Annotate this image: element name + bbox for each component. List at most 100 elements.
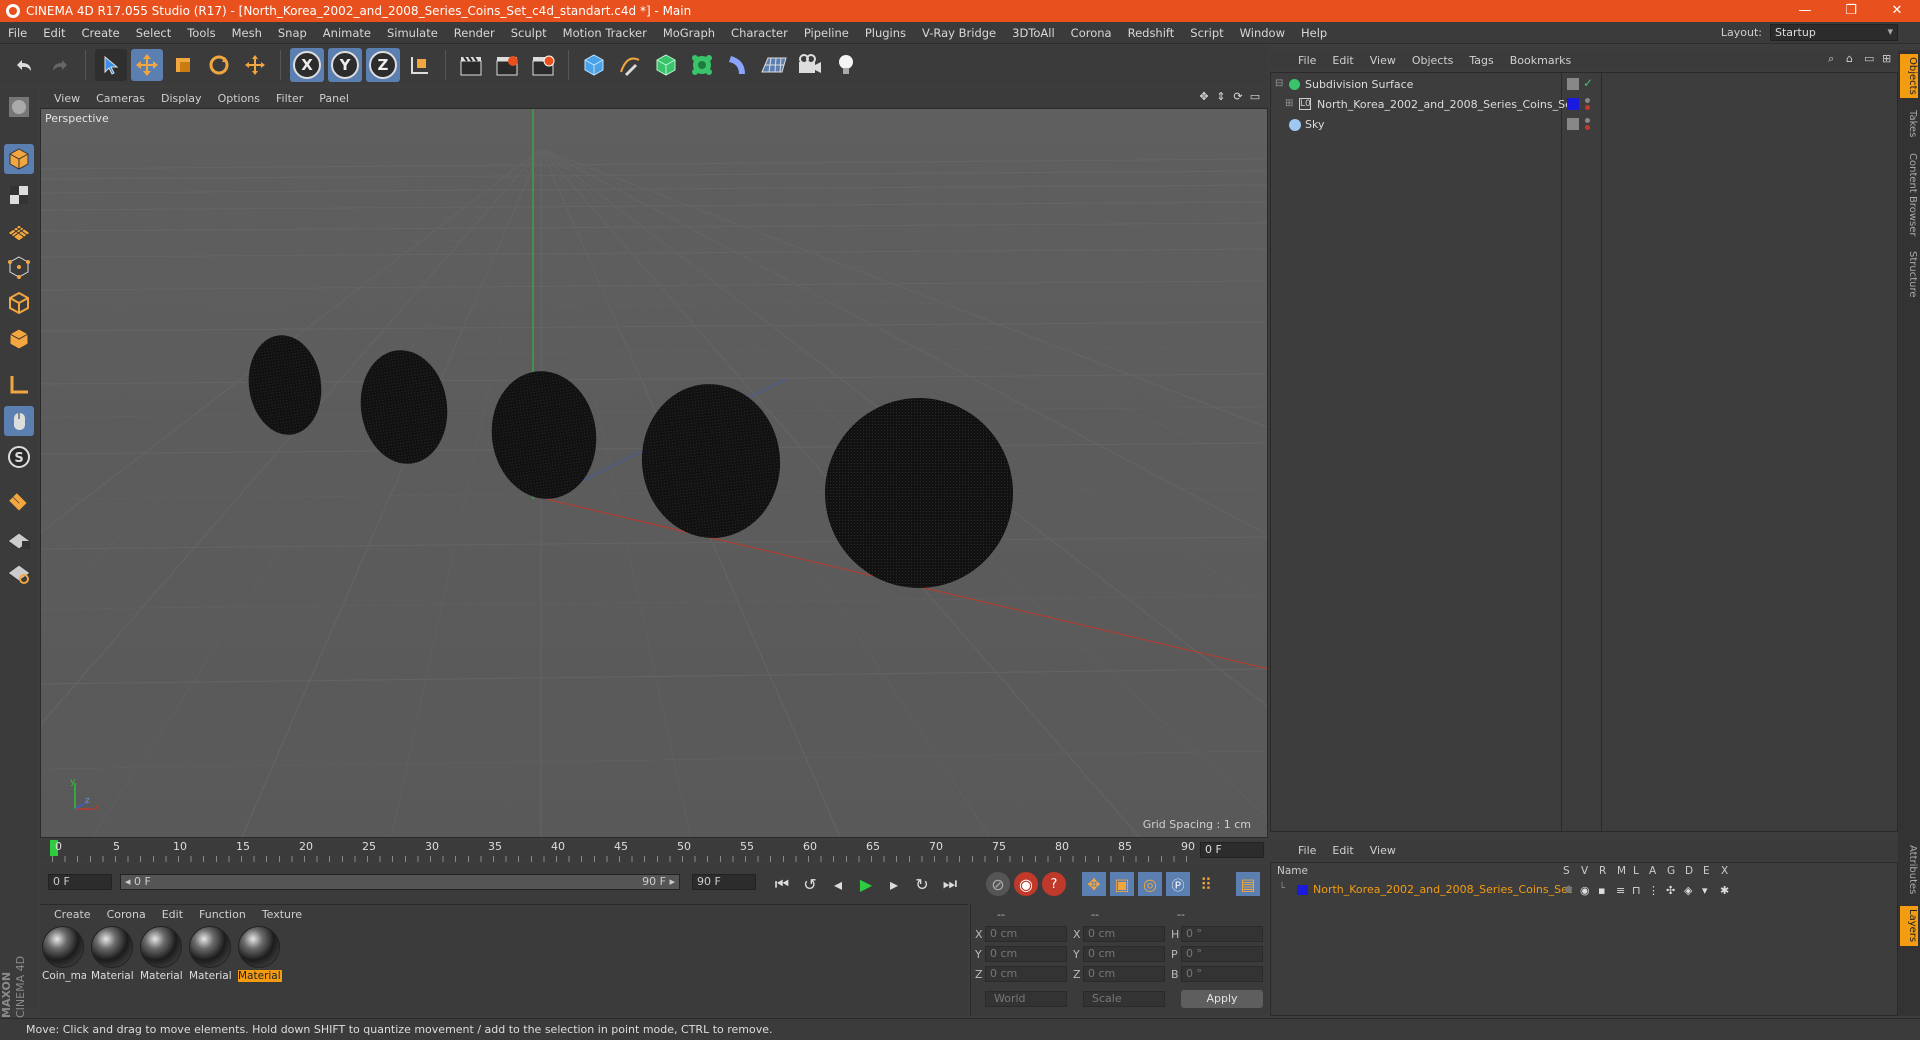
previous-key-button[interactable]: ↺ (798, 872, 822, 896)
autokey-button[interactable]: ◉ (1014, 872, 1038, 896)
polygons-mode-button[interactable] (4, 324, 34, 354)
material-menu-create[interactable]: Create (46, 908, 99, 921)
menu-edit[interactable]: Edit (35, 22, 73, 44)
add-mograph-button[interactable] (686, 49, 718, 81)
layer-col-solo[interactable]: S (1563, 865, 1570, 877)
menu-tools[interactable]: Tools (179, 22, 223, 44)
tab-content-browser[interactable]: Content Browser (1900, 150, 1918, 240)
menu-create[interactable]: Create (74, 22, 128, 44)
go-to-start-button[interactable]: ⏮ (770, 872, 794, 896)
tab-structure[interactable]: Structure (1900, 246, 1918, 302)
layer-xref-icon[interactable]: ✱ (1720, 884, 1729, 897)
menu-select[interactable]: Select (128, 22, 179, 44)
axis-mode-button[interactable] (4, 370, 34, 400)
material-swatch[interactable]: Material (140, 926, 184, 984)
home-icon[interactable]: ⌂ (1846, 52, 1858, 66)
layer-menu-edit[interactable]: Edit (1324, 844, 1361, 857)
search-icon[interactable]: ⌕ (1828, 52, 1840, 66)
object-menu-file[interactable]: File (1290, 54, 1324, 67)
solo-button[interactable]: S (4, 442, 34, 472)
layer-col-render[interactable]: R (1599, 865, 1606, 877)
add-deformer-button[interactable] (722, 49, 754, 81)
add-subdivision-button[interactable] (650, 49, 682, 81)
live-selection-button[interactable] (95, 49, 127, 81)
collapse-toggle-icon[interactable]: ⊟ (1275, 78, 1283, 89)
menu-mesh[interactable]: Mesh (224, 22, 270, 44)
x-axis-lock-button[interactable]: X (290, 48, 324, 82)
layer-animation-icon[interactable]: ⋮ (1648, 884, 1659, 897)
next-key-button[interactable]: ↻ (910, 872, 934, 896)
menu-motion-tracker[interactable]: Motion Tracker (555, 22, 655, 44)
edges-mode-button[interactable] (4, 288, 34, 318)
close-button[interactable]: ✕ (1874, 0, 1920, 22)
menu-simulate[interactable]: Simulate (379, 22, 446, 44)
add-light-button[interactable] (830, 49, 862, 81)
layer-col-deformers[interactable]: D (1685, 865, 1693, 877)
render-picture-viewer-button[interactable] (491, 49, 523, 81)
expand-toggle-icon[interactable]: ⊞ (1285, 98, 1293, 109)
material-swatch[interactable]: Material (189, 926, 233, 984)
viewport-menu-view[interactable]: View (46, 92, 88, 105)
coin-5[interactable] (825, 398, 1013, 588)
tab-objects[interactable]: Objects (1900, 54, 1918, 98)
menu-file[interactable]: File (0, 22, 35, 44)
visibility-dot-icon[interactable] (1585, 98, 1590, 103)
menu-snap[interactable]: Snap (270, 22, 315, 44)
tab-attributes[interactable]: Attributes (1900, 840, 1918, 900)
add-environment-button[interactable] (758, 49, 790, 81)
layer-col-generators[interactable]: G (1667, 865, 1675, 877)
new-view-icon[interactable]: ▭ (1864, 52, 1876, 66)
scale-tool-button[interactable] (167, 49, 199, 81)
minimize-button[interactable]: — (1782, 0, 1828, 22)
key-parameter-button[interactable]: Ⓟ (1166, 872, 1190, 896)
layer-col-expressions[interactable]: E (1703, 865, 1710, 877)
frame-range-slider[interactable]: ◂ 0 F 90 F ▸ (120, 874, 680, 890)
object-menu-objects[interactable]: Objects (1404, 54, 1462, 67)
object-row[interactable]: Sky (1271, 115, 1897, 135)
apply-button[interactable]: Apply (1181, 990, 1263, 1008)
layer-expression-icon[interactable]: ▾ (1702, 884, 1708, 897)
material-swatch-selected[interactable]: Material (238, 926, 282, 984)
viewport-menu-options[interactable]: Options (210, 92, 268, 105)
layer-eye-icon[interactable]: ◉ (1580, 884, 1590, 897)
viewport-menu-filter[interactable]: Filter (268, 92, 311, 105)
texture-mode-button[interactable] (4, 180, 34, 210)
size-z-field[interactable]: 0 cm (1083, 966, 1165, 982)
layer-solo-icon[interactable] (1565, 886, 1572, 893)
make-editable-button[interactable] (4, 92, 34, 122)
max-frame-field[interactable]: 90 F (692, 874, 756, 890)
menu-help[interactable]: Help (1293, 22, 1335, 44)
layout-dropdown[interactable]: Startup (1770, 24, 1898, 41)
material-menu-texture[interactable]: Texture (254, 908, 310, 921)
menu-window[interactable]: Window (1232, 22, 1293, 44)
y-axis-lock-button[interactable]: Y (328, 48, 362, 82)
layer-menu-view[interactable]: View (1362, 844, 1404, 857)
keyframe-selection-button[interactable]: ? (1042, 872, 1066, 896)
editor-toggle-icon[interactable] (1567, 78, 1579, 90)
coordinate-system-button[interactable] (404, 49, 436, 81)
material-menu-corona[interactable]: Corona (99, 908, 154, 921)
planar-workplane-button[interactable] (4, 558, 34, 588)
transform-tool-button[interactable] (239, 49, 271, 81)
material-swatch[interactable]: Coin_mat (42, 926, 86, 984)
viewport-menu-display[interactable]: Display (153, 92, 210, 105)
menu-redshift[interactable]: Redshift (1120, 22, 1183, 44)
go-to-end-button[interactable]: ⏭ (938, 872, 962, 896)
size-x-field[interactable]: 0 cm (1083, 926, 1165, 942)
size-mode-dropdown[interactable]: Scale (1083, 991, 1165, 1007)
tab-layers[interactable]: Layers (1900, 906, 1918, 946)
viewport-pan-icon[interactable]: ✥ (1197, 90, 1211, 104)
rotation-b-field[interactable]: 0 ° (1181, 966, 1263, 982)
key-scale-button[interactable]: ▣ (1110, 872, 1134, 896)
size-y-field[interactable]: 0 cm (1083, 946, 1165, 962)
key-position-button[interactable]: ✥ (1082, 872, 1106, 896)
menu-vray-bridge[interactable]: V-Ray Bridge (914, 22, 1004, 44)
layer-col-locked[interactable]: L (1633, 865, 1639, 877)
add-spline-button[interactable] (614, 49, 646, 81)
layer-row[interactable]: └ North_Korea_2002_and_2008_Series_Coins… (1271, 881, 1897, 899)
model-mode-button[interactable] (4, 144, 34, 174)
visibility-dot-icon[interactable] (1585, 118, 1590, 123)
object-menu-edit[interactable]: Edit (1324, 54, 1361, 67)
object-menu-bookmarks[interactable]: Bookmarks (1502, 54, 1579, 67)
z-axis-lock-button[interactable]: Z (366, 48, 400, 82)
